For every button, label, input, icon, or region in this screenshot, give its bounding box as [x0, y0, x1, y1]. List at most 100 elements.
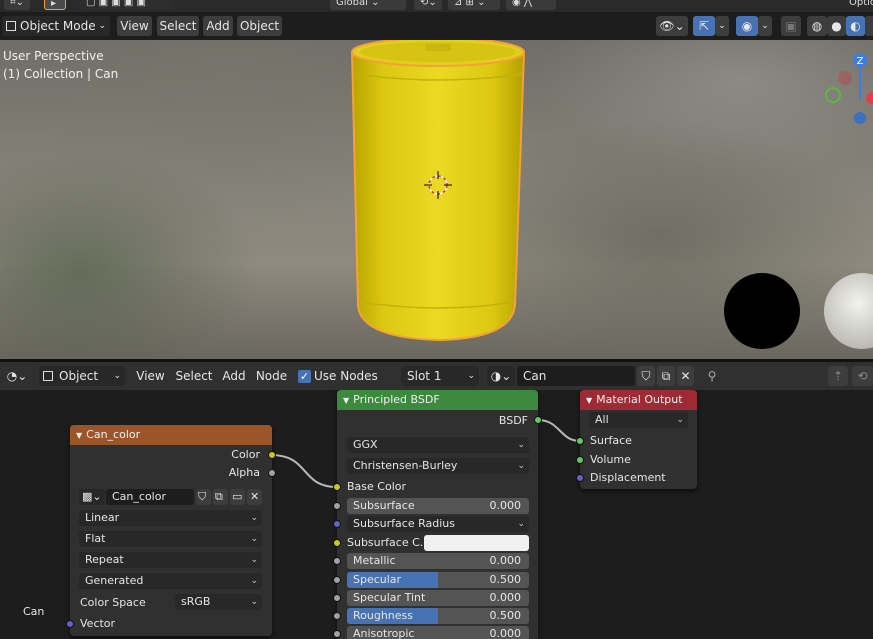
interpolation-dropdown[interactable]: Linear ⌄ — [79, 510, 262, 526]
roughness-slider[interactable]: Roughness 0.500 — [347, 608, 529, 624]
projection-dropdown[interactable]: Flat ⌄ — [79, 531, 262, 547]
metallic-field[interactable]: Metallic 0.000 — [347, 553, 529, 569]
chevron-down-icon[interactable]: ⌄ — [715, 16, 729, 36]
parent-node-icon[interactable]: ⇡ — [828, 366, 848, 386]
wireframe-shading-icon[interactable]: ◍ — [807, 16, 827, 36]
unlink-close-icon[interactable]: ✕ — [247, 489, 262, 505]
pivot-icon[interactable]: ⟲⌄ — [414, 0, 442, 10]
input-volume-socket[interactable] — [576, 456, 584, 464]
anisotropic-field[interactable]: Anisotropic 0.000 — [347, 626, 529, 639]
image-browse-icon[interactable]: ▩⌄ — [79, 489, 105, 505]
unlink-close-icon[interactable]: ✕ — [677, 366, 694, 386]
use-nodes-label: Use Nodes — [314, 369, 378, 383]
color-space-dropdown[interactable]: sRGB ⌄ — [175, 594, 262, 610]
solid-shading-icon[interactable]: ● — [827, 16, 846, 36]
navigation-gizmo[interactable]: Z — [825, 53, 873, 124]
input-metallic-socket[interactable] — [333, 557, 341, 565]
visibility-icon[interactable]: 👁⌄ — [656, 16, 688, 36]
editor-type-icon[interactable]: ◔⌄ — [3, 366, 31, 386]
material-shading-icon[interactable]: ◐ — [846, 16, 865, 36]
backdrop-icon[interactable]: ⟲ — [852, 366, 873, 386]
gizmo-toggle-icon[interactable]: ⇱ — [693, 16, 715, 36]
proportional-edit-icons[interactable]: ◉ ⋀ — [506, 0, 556, 10]
input-displacement-socket[interactable] — [576, 474, 584, 482]
specular-tint-field[interactable]: Specular Tint 0.000 — [347, 590, 529, 606]
node-editor-canvas[interactable]: Can ▼ Can_color Color Alpha ▩⌄ Can_color … — [0, 390, 873, 639]
scene-svg: Z — [350, 40, 873, 349]
image-texture-node[interactable]: ▼ Can_color Color Alpha ▩⌄ Can_color ⛉ ⧉ … — [66, 425, 276, 636]
mode-dropdown[interactable]: Object Mode ⌄ — [2, 16, 110, 36]
menu-add[interactable]: Add — [203, 16, 233, 36]
principled-bsdf-node[interactable]: ▼ Principled BSDF BSDF GGX ⌄ Christensen-B… — [333, 390, 542, 639]
specular-slider[interactable]: Specular 0.500 — [347, 572, 529, 588]
input-surface-socket[interactable] — [576, 437, 584, 445]
input-base-color-socket[interactable] — [333, 483, 341, 491]
material-output-node[interactable]: ▼ Material Output All ⌄ Surface Volume Dis… — [576, 390, 697, 489]
can-object[interactable] — [350, 40, 526, 342]
slot-dropdown[interactable]: Slot 1 ⌄ — [401, 366, 479, 386]
target-dropdown[interactable]: All ⌄ — [589, 412, 688, 428]
transform-orientation-dropdown[interactable]: Global ⌄ — [330, 0, 406, 10]
input-subsurface-color-socket[interactable] — [333, 539, 341, 547]
collapse-triangle-icon[interactable]: ▼ — [586, 396, 592, 405]
subsurface-field[interactable]: Subsurface 0.000 — [347, 498, 529, 514]
input-specular-socket[interactable] — [333, 576, 341, 584]
use-nodes-checkbox[interactable]: ✓ — [298, 370, 311, 383]
collapse-triangle-icon[interactable]: ▼ — [343, 396, 349, 405]
volume-label: Volume — [590, 453, 631, 466]
select-tool-icon[interactable]: ▸ — [44, 0, 66, 10]
gizmo-z-label: Z — [857, 56, 864, 67]
xray-icon[interactable]: ▣ — [781, 16, 801, 36]
material-name-field[interactable]: Can — [517, 366, 635, 386]
menu-add[interactable]: Add — [219, 366, 249, 386]
node-header[interactable]: ▼ Material Output — [580, 390, 697, 410]
input-specular-tint-socket[interactable] — [333, 594, 341, 602]
transform-tool-icon[interactable]: ⌗⌄ — [4, 0, 30, 10]
subsurface-color-swatch[interactable] — [424, 535, 529, 551]
pin-icon[interactable]: ⚲ — [703, 366, 721, 386]
input-anisotropic-socket[interactable] — [333, 630, 341, 638]
chevron-down-icon: ⌄ — [250, 534, 258, 544]
input-subsurface-socket[interactable] — [333, 502, 341, 510]
open-folder-icon[interactable]: ▭ — [230, 489, 245, 505]
chevron-down-icon[interactable]: ⌄ — [758, 16, 772, 36]
node-header[interactable]: ▼ Principled BSDF — [337, 390, 538, 410]
output-color-socket[interactable] — [268, 451, 276, 459]
rendered-shading-icon[interactable] — [865, 16, 873, 36]
output-bsdf-socket[interactable] — [534, 416, 542, 424]
snap-icons[interactable]: ⊿ ⊞ ⌄ — [448, 0, 500, 10]
subsurface-method-dropdown[interactable]: Christensen-Burley ⌄ — [347, 458, 529, 474]
material-browse-icon[interactable]: ◑⌄ — [487, 366, 515, 386]
node-header[interactable]: ▼ Can_color — [70, 425, 272, 445]
input-subsurface-radius-socket[interactable] — [333, 520, 341, 528]
chevron-down-icon: ⌄ — [676, 415, 684, 425]
shader-type-dropdown[interactable]: Object ⌄ — [39, 366, 125, 386]
distribution-dropdown[interactable]: GGX ⌄ — [347, 437, 529, 453]
output-alpha-socket[interactable] — [268, 469, 276, 477]
menu-view[interactable]: View — [117, 16, 152, 36]
viewport-3d[interactable]: User Perspective (1) Collection | Can Z — [0, 40, 873, 360]
duplicate-icon[interactable]: ⧉ — [657, 366, 675, 386]
extension-dropdown[interactable]: Repeat ⌄ — [79, 552, 262, 568]
fake-user-shield-icon[interactable]: ⛉ — [637, 366, 655, 386]
menu-node[interactable]: Node — [254, 366, 289, 386]
object-mode-icon — [6, 21, 16, 31]
chevron-down-icon: ⌄ — [250, 513, 258, 523]
menu-select[interactable]: Select — [157, 16, 199, 36]
menu-object[interactable]: Object — [237, 16, 282, 36]
fake-user-shield-icon[interactable]: ⛉ — [196, 489, 211, 505]
source-dropdown[interactable]: Generated ⌄ — [79, 573, 262, 589]
collapse-triangle-icon[interactable]: ▼ — [76, 431, 82, 440]
menu-select[interactable]: Select — [173, 366, 215, 386]
options-button[interactable]: Optio — [843, 0, 873, 10]
subsurface-radius-dropdown[interactable]: Subsurface Radius ⌄ — [347, 516, 529, 532]
input-roughness-socket[interactable] — [333, 612, 341, 620]
chevron-down-icon: ⌄ — [467, 371, 475, 381]
menu-view[interactable]: View — [133, 366, 168, 386]
overlays-icon[interactable]: ◉ — [736, 16, 758, 36]
selection-mode-icons[interactable]: ▢ ▣ ▣ ▣ ▣ — [80, 0, 172, 10]
duplicate-icon[interactable]: ⧉ — [213, 489, 228, 505]
input-vector-socket[interactable] — [66, 620, 74, 628]
image-name-field[interactable]: Can_color — [106, 489, 194, 505]
chevron-down-icon: ⌄ — [517, 440, 525, 450]
